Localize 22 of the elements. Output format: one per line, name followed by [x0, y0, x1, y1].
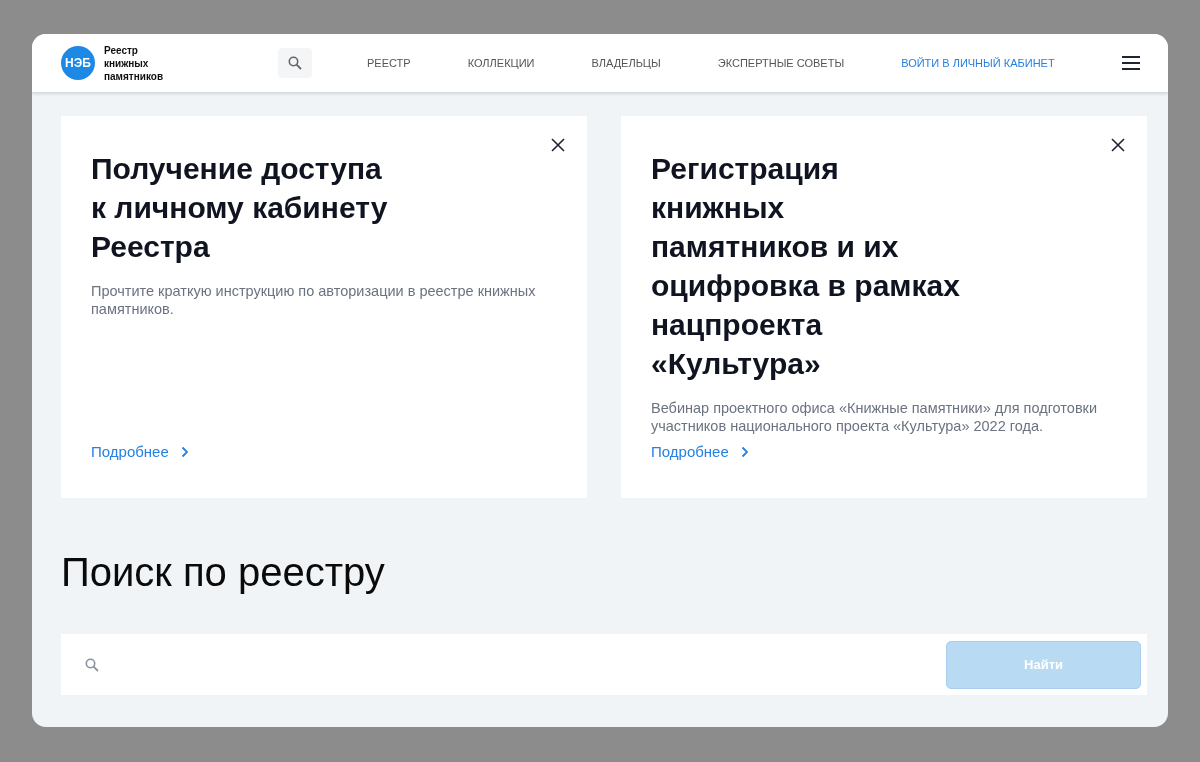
card-description: Вебинар проектного офиса «Книжные памятники» для подготовки участников национального проекта «Культура» 2022 года.: [651, 399, 1099, 435]
nav-link[interactable]: КОЛЛЕКЦИИ: [467, 57, 535, 69]
menu-icon[interactable]: [1122, 56, 1140, 70]
nav-link[interactable]: ЭКСПЕРТНЫЕ СОВЕТЫ: [717, 57, 845, 69]
close-icon[interactable]: [1111, 138, 1125, 152]
search-icon: [288, 56, 302, 70]
section-heading: Поиск по реестру: [61, 549, 386, 596]
logo-badge[interactable]: НЭБ: [61, 46, 95, 80]
login-link[interactable]: ВОЙТИ В ЛИЧНЫЙ КАБИНЕТ: [901, 57, 1055, 69]
card-title: Получение доступа к личному кабинету Реестра: [91, 151, 389, 265]
nav-link[interactable]: РЕЕСТР: [367, 57, 411, 69]
close-icon[interactable]: [551, 138, 565, 152]
chevron-right-icon: [740, 445, 749, 458]
chevron-right-icon: [180, 445, 189, 458]
nav-link[interactable]: ВЛАДЕЛЬЦЫ: [591, 57, 661, 69]
logo-text[interactable]: Реестр книжных памятников: [104, 43, 164, 83]
card-title: Регистрация книжных памятников и их оцифровка в рамках нацпроекта «Культура»: [651, 151, 961, 382]
search-button[interactable]: [278, 48, 312, 78]
search-icon: [85, 657, 99, 672]
more-link[interactable]: Подробнее: [91, 443, 189, 460]
card-description: Прочтите краткую инструкцию по авторизации в реестре книжных памятников.: [91, 282, 537, 318]
more-link[interactable]: Подробнее: [651, 443, 749, 460]
